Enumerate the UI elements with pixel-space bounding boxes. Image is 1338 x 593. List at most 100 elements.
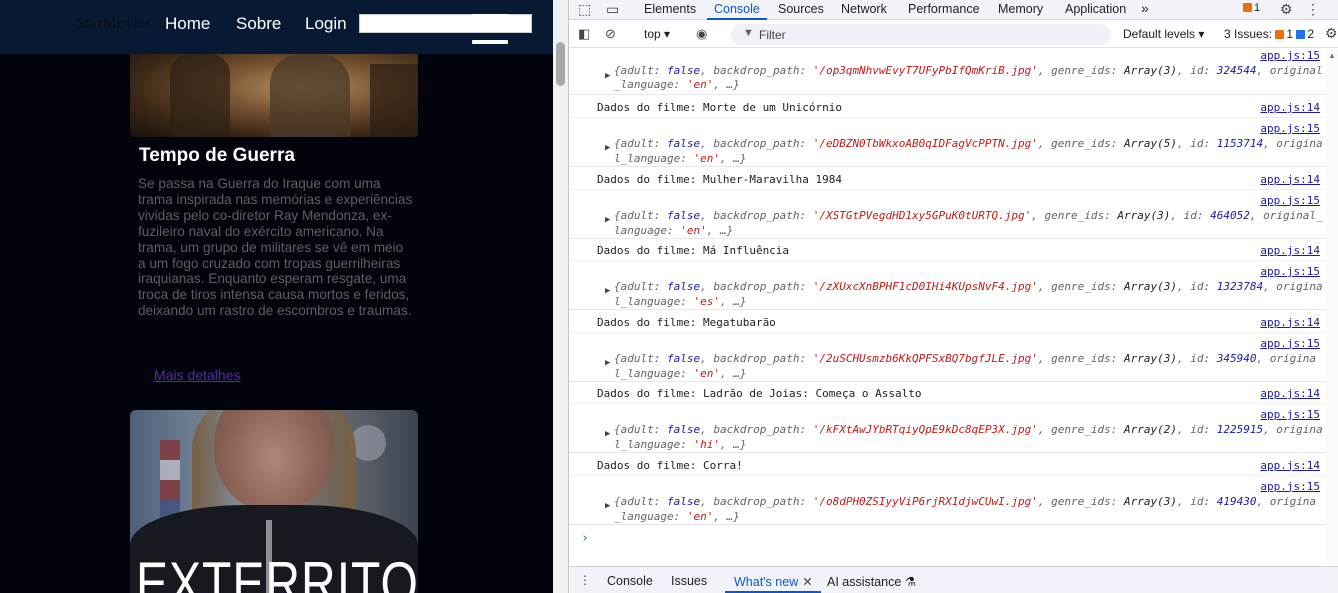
drawer-tab-issues[interactable]: Issues <box>671 574 707 588</box>
context-selector[interactable]: top ▾ <box>644 27 670 41</box>
expand-caret-icon[interactable]: ▶ <box>605 358 610 368</box>
source-link[interactable]: app.js:14 <box>1260 244 1320 257</box>
source-link[interactable]: app.js:15 <box>1260 194 1320 207</box>
nav-login-link[interactable]: Login <box>305 14 347 34</box>
expand-caret-icon[interactable]: ▶ <box>605 501 610 511</box>
source-link[interactable]: app.js:15 <box>1260 408 1320 421</box>
live-expression-eye-icon[interactable]: ◉ <box>696 26 707 42</box>
console-object-row[interactable]: app.js:15 ▶ {adult: false, backdrop_path: … <box>569 118 1326 167</box>
console-object-row[interactable]: app.js:15 ▶ {adult: false, backdrop_path: … <box>569 404 1326 453</box>
object-preview-line: l_language: 'hi', …} <box>614 438 747 451</box>
poster-title-text: EXTERRITORIAL <box>136 551 418 593</box>
source-link[interactable]: app.js:14 <box>1260 101 1320 114</box>
issues-counter[interactable]: 3 Issues: 1 2 <box>1224 27 1314 41</box>
sidebar-toggle-icon[interactable]: ◧ <box>578 26 590 42</box>
expand-caret-icon[interactable]: ▶ <box>605 71 610 81</box>
console-output: app.js:15 ▶ {adult: false, backdrop_path… <box>569 49 1326 565</box>
context-label: top <box>644 27 661 41</box>
object-preview-line: l_language: 'en', …} <box>614 152 747 165</box>
movie-title: Tempo de Guerra <box>139 145 295 166</box>
object-preview-line: {adult: false, backdrop_path: '/o8dPH0ZS… <box>614 494 1317 508</box>
source-link[interactable]: app.js:15 <box>1260 122 1320 135</box>
chevron-down-icon: ▾ <box>1198 27 1205 41</box>
tab-sources[interactable]: Sources <box>778 2 824 16</box>
object-preview-line: l_language: 'en', …} <box>614 366 747 380</box>
source-link[interactable]: app.js:14 <box>1260 459 1320 472</box>
object-preview-line: l_language: 'es', …} <box>614 295 747 308</box>
drawer-tab-whats-new[interactable]: What's new ✕ <box>725 574 821 593</box>
nav-home-link[interactable]: Home <box>165 14 210 34</box>
site-navbar: StarMovies Home Sobre Login <box>0 0 553 54</box>
object-preview-line: {adult: false, backdrop_path: '/2uSCHUsm… <box>614 351 1317 365</box>
issues-warning-count: 1 <box>1286 27 1294 41</box>
drawer-tab-ai-assistance[interactable]: AI assistance ⚗ <box>827 574 916 589</box>
console-filter-input[interactable]: ▼ Filter <box>731 24 1111 45</box>
tab-performance[interactable]: Performance <box>908 2 980 16</box>
source-link[interactable]: app.js:14 <box>1260 316 1320 329</box>
clear-console-icon[interactable]: ⊘ <box>605 26 616 42</box>
settings-gear-icon[interactable]: ⚙ <box>1280 1 1293 18</box>
object-preview-line: _language: 'en', …} <box>614 78 740 91</box>
console-log-message: Dados do filme: Megatubarão app.js:14 <box>569 311 1326 333</box>
log-message-text: Dados do filme: Má Influência <box>597 244 790 257</box>
console-object-row[interactable]: app.js:15 ▶ {adult: false, backdrop_path: … <box>569 190 1326 239</box>
more-options-icon[interactable]: ⋮ <box>1306 1 1320 18</box>
console-prompt[interactable]: › <box>581 531 589 546</box>
issues-label: 3 Issues: <box>1224 27 1273 41</box>
devtools-drawer-bar: ⋮ Console Issues What's new ✕ AI assistan… <box>569 566 1338 593</box>
tab-application[interactable]: Application <box>1065 2 1126 16</box>
drawer-tab-console[interactable]: Console <box>607 574 653 588</box>
devtools-panel: ⬚ ▭ Elements Console Sources Network Per… <box>568 0 1338 593</box>
next-movie-poster-image[interactable]: EXTERRITORIAL <box>130 410 418 593</box>
source-link[interactable]: app.js:14 <box>1260 173 1320 186</box>
source-link[interactable]: app.js:15 <box>1260 337 1320 350</box>
console-object-row[interactable]: app.js:15 ▶ {adult: false, backdrop_path: … <box>569 476 1326 525</box>
console-toolbar: ◧ ⊘ top ▾ ◉ ▼ Filter Default levels ▾ 3 … <box>569 21 1338 48</box>
log-levels-dropdown[interactable]: Default levels ▾ <box>1123 27 1204 41</box>
tab-memory[interactable]: Memory <box>998 2 1043 16</box>
close-icon[interactable]: ✕ <box>802 575 812 589</box>
expand-caret-icon[interactable]: ▶ <box>605 429 610 439</box>
device-toolbar-icon[interactable]: ▭ <box>606 1 619 18</box>
console-object-row[interactable]: app.js:15 ▶ {adult: false, backdrop_path: … <box>569 333 1326 382</box>
log-message-text: Dados do filme: Mulher-Maravilha 1984 <box>597 172 843 186</box>
drawer-menu-icon[interactable]: ⋮ <box>579 573 591 587</box>
source-link[interactable]: app.js:15 <box>1260 480 1320 493</box>
warnings-badge[interactable]: 1 <box>1243 2 1260 14</box>
scroll-up-icon[interactable]: ▲ <box>1328 51 1336 60</box>
scrollbar-thumb[interactable] <box>556 42 565 86</box>
movie-description: Se passa na Guerra do Iraque com uma tra… <box>138 176 413 319</box>
console-log-message: Dados do filme: Corra! app.js:14 <box>569 454 1326 476</box>
drawer-tab-label: AI assistance <box>827 575 902 589</box>
more-details-link[interactable]: Mais detalhes <box>154 367 240 383</box>
filter-icon: ▼ <box>743 27 754 39</box>
console-log-message: Dados do filme: Má Influência app.js:14 <box>569 239 1326 261</box>
more-tabs-icon[interactable]: » <box>1141 0 1149 16</box>
site-brand[interactable]: StarMovies <box>76 15 152 33</box>
console-log-message: Dados do filme: Morte de um Unicórnio app… <box>569 96 1326 118</box>
tab-console[interactable]: Console <box>707 2 767 20</box>
tab-network[interactable]: Network <box>841 2 887 16</box>
console-log-message: Dados do filme: Mulher-Maravilha 1984 app… <box>569 168 1326 190</box>
issues-info-count: 2 <box>1307 27 1315 41</box>
console-settings-gear-icon[interactable]: ⚙ <box>1325 25 1338 42</box>
expand-caret-icon[interactable]: ▶ <box>605 143 610 153</box>
issue-warning-icon <box>1275 30 1285 39</box>
console-object-row[interactable]: app.js:15 ▶ {adult: false, backdrop_path: … <box>569 261 1326 310</box>
console-log-message: Dados do filme: Ladrão de Joias: Começa … <box>569 382 1326 404</box>
website-scrollbar[interactable] <box>553 0 568 593</box>
source-link[interactable]: app.js:15 <box>1260 49 1320 62</box>
nav-about-link[interactable]: Sobre <box>236 14 281 34</box>
inspect-element-icon[interactable]: ⬚ <box>578 1 591 18</box>
source-link[interactable]: app.js:14 <box>1260 387 1320 400</box>
log-message-text: Dados do filme: Ladrão de Joias: Começa … <box>597 387 922 400</box>
hamburger-menu-icon[interactable] <box>472 14 508 44</box>
expand-caret-icon[interactable]: ▶ <box>605 286 610 296</box>
console-object-row[interactable]: app.js:15 ▶ {adult: false, backdrop_path… <box>569 49 1326 95</box>
expand-caret-icon[interactable]: ▶ <box>605 215 610 225</box>
source-link[interactable]: app.js:15 <box>1260 265 1320 278</box>
object-preview-line: {adult: false, backdrop_path: '/kFXtAwJY… <box>614 423 1323 436</box>
console-scrollbar[interactable]: ▲ <box>1326 49 1338 565</box>
tab-elements[interactable]: Elements <box>644 2 696 16</box>
object-preview-line: {adult: false, backdrop_path: '/op3qmNhv… <box>614 64 1323 77</box>
